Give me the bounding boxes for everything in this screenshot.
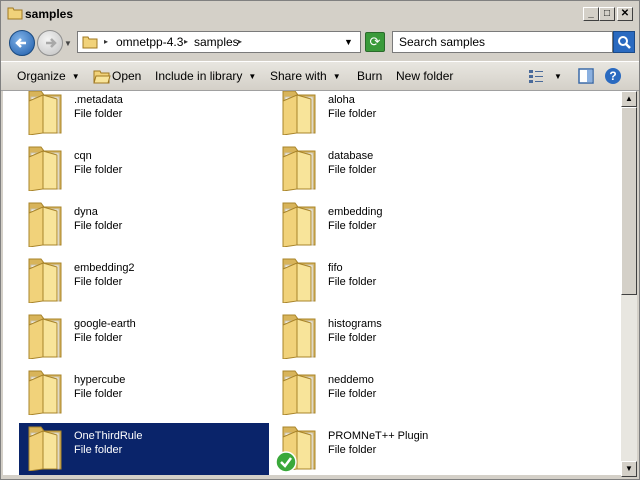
search-button[interactable] — [613, 31, 635, 53]
chevron-down-icon[interactable]: ▼ — [344, 37, 353, 47]
preview-pane-icon[interactable] — [577, 67, 595, 85]
folder-item[interactable]: PROMNeT++ Plugin File folder — [273, 423, 523, 475]
folder-name: dyna — [74, 206, 98, 218]
folder-item[interactable]: neddemo File folder — [273, 367, 523, 421]
search-icon — [618, 36, 631, 49]
open-folder-icon — [93, 70, 111, 84]
folder-item[interactable]: google-earth File folder — [19, 311, 269, 365]
address-row: ▼ ▸ omnetpp-4.3 ▸ samples ▸ ▼ ⟳ Search s… — [1, 27, 639, 59]
chevron-down-icon[interactable]: ▼ — [554, 72, 562, 81]
back-arrow-icon — [15, 38, 26, 48]
breadcrumb-omnetpp[interactable]: omnetpp-4.3 — [116, 35, 183, 49]
folder-item[interactable]: histograms File folder — [273, 311, 523, 365]
folder-type: File folder — [74, 388, 123, 400]
open-button[interactable]: Open — [112, 69, 141, 83]
folder-type: File folder — [74, 164, 123, 176]
folder-type: File folder — [328, 444, 377, 456]
folder-icon — [28, 258, 62, 303]
scroll-down-button[interactable]: ▼ — [621, 461, 637, 477]
folder-type: File folder — [74, 108, 123, 120]
recent-pages-icon[interactable]: ▼ — [64, 39, 72, 48]
view-options-icon[interactable] — [527, 67, 545, 85]
folder-type: File folder — [328, 164, 377, 176]
folder-type: File folder — [74, 332, 123, 344]
search-input[interactable]: Search samples — [392, 31, 613, 53]
folder-name: OneThirdRule — [74, 430, 143, 442]
folder-item[interactable]: hypercube File folder — [19, 367, 269, 421]
folder-name: aloha — [328, 94, 355, 106]
refresh-button[interactable]: ⟳ — [365, 32, 385, 52]
scroll-thumb[interactable] — [621, 107, 637, 295]
folder-name: google-earth — [74, 318, 136, 330]
folder-name: cqn — [74, 150, 92, 162]
folder-icon — [28, 370, 62, 415]
command-bar: Organize ▼ Open Include in library ▼ Share… — [1, 61, 639, 91]
folder-item[interactable]: embedding File folder — [273, 199, 523, 253]
new-folder-button[interactable]: New folder — [396, 69, 453, 83]
folder-icon — [282, 370, 316, 415]
explorer-window: samples _ □ ✕ ▼ ▸ omnetpp-4.3 ▸ samples … — [0, 0, 640, 480]
include-in-library-menu[interactable]: Include in library ▼ — [155, 69, 256, 83]
forward-arrow-icon — [46, 38, 57, 48]
folder-type: File folder — [74, 220, 123, 232]
title-bar[interactable]: samples _ □ ✕ — [1, 1, 639, 27]
minimize-button[interactable]: _ — [583, 7, 599, 21]
folder-icon — [282, 314, 316, 359]
breadcrumb-samples[interactable]: samples — [194, 35, 239, 49]
folder-type: File folder — [328, 276, 377, 288]
folder-name: database — [328, 150, 374, 162]
folder-type: File folder — [74, 444, 123, 456]
chevron-right-icon[interactable]: ▸ — [238, 37, 242, 46]
chevron-right-icon[interactable]: ▸ — [104, 37, 108, 46]
close-button[interactable]: ✕ — [617, 7, 633, 21]
folder-icon — [28, 202, 62, 247]
folder-name: embedding — [328, 206, 383, 218]
folder-type: File folder — [74, 276, 123, 288]
folder-name: histograms — [328, 318, 382, 330]
folder-item[interactable]: fifo File folder — [273, 255, 523, 309]
folder-item[interactable]: aloha File folder — [273, 91, 523, 141]
folder-name: hypercube — [74, 374, 126, 386]
svg-text:?: ? — [609, 69, 616, 83]
folder-type: File folder — [328, 220, 377, 232]
folder-icon — [282, 202, 316, 247]
folder-name: embedding2 — [74, 262, 135, 274]
scroll-up-button[interactable]: ▲ — [621, 91, 637, 107]
maximize-button[interactable]: □ — [599, 7, 615, 21]
folder-icon — [28, 146, 62, 191]
folder-name: .metadata — [74, 94, 123, 106]
forward-button[interactable] — [37, 30, 63, 56]
folder-type: File folder — [328, 108, 377, 120]
folder-icon — [82, 36, 98, 49]
folder-item[interactable]: dyna File folder — [19, 199, 269, 253]
check-icon — [275, 451, 297, 473]
folder-icon — [282, 91, 316, 135]
folder-name: fifo — [328, 262, 343, 274]
chevron-right-icon[interactable]: ▸ — [184, 37, 188, 46]
file-list[interactable]: .metadata File folder aloha File folder cqn F… — [3, 91, 621, 475]
folder-name: neddemo — [328, 374, 374, 386]
vertical-scrollbar[interactable]: ▲ ▼ — [621, 91, 637, 477]
window-title: samples — [25, 7, 74, 21]
folder-item[interactable]: OneThirdRule File folder — [19, 423, 269, 475]
burn-button[interactable]: Burn — [357, 69, 382, 83]
folder-icon — [282, 258, 316, 303]
folder-type: File folder — [328, 332, 377, 344]
help-icon[interactable]: ? — [604, 67, 622, 85]
folder-type: File folder — [328, 388, 377, 400]
folder-icon — [28, 314, 62, 359]
folder-item[interactable]: .metadata File folder — [19, 91, 269, 141]
folder-item[interactable]: embedding2 File folder — [19, 255, 269, 309]
back-button[interactable] — [9, 30, 35, 56]
share-with-menu[interactable]: Share with ▼ — [270, 69, 341, 83]
folder-icon — [282, 146, 316, 191]
address-bar[interactable]: ▸ omnetpp-4.3 ▸ samples ▸ ▼ — [77, 31, 361, 53]
folder-icon — [28, 91, 62, 135]
folder-name: PROMNeT++ Plugin — [328, 430, 429, 442]
folder-icon — [7, 7, 23, 20]
organize-menu[interactable]: Organize ▼ — [17, 69, 80, 83]
folder-icon — [28, 426, 62, 471]
folder-item[interactable]: cqn File folder — [19, 143, 269, 197]
folder-item[interactable]: database File folder — [273, 143, 523, 197]
